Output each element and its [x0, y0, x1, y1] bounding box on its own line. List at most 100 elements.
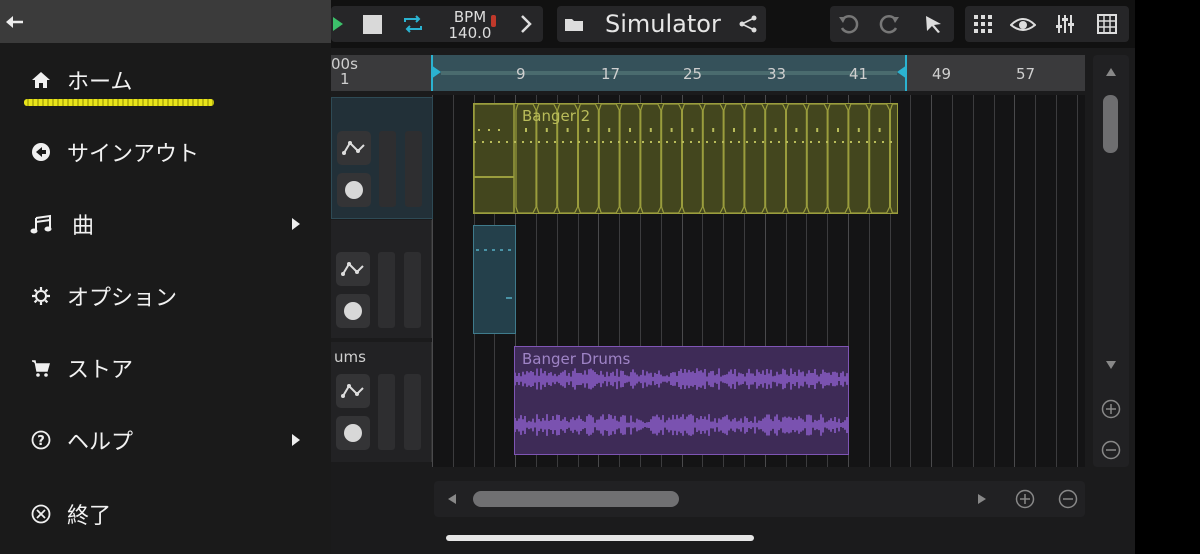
sign-out-icon [30, 141, 52, 163]
project-name[interactable]: Simulator [605, 6, 721, 42]
bar-number: 49 [932, 65, 952, 83]
track-header-1[interactable] [331, 97, 433, 219]
grid-line [1035, 95, 1037, 467]
menu-item-store[interactable]: ストア [0, 344, 331, 392]
menu-item-quit[interactable]: 終了 [0, 490, 331, 538]
eye-icon[interactable] [1009, 12, 1037, 36]
chevron-right-icon [521, 15, 532, 33]
stop-button[interactable] [359, 12, 385, 36]
folder-icon[interactable] [563, 14, 585, 34]
record-arm-button[interactable] [337, 173, 371, 207]
zoom-in-vertical-icon[interactable] [1100, 398, 1122, 420]
project-group: Simulator [557, 6, 766, 42]
zoom-out-horizontal-icon[interactable] [1057, 488, 1079, 510]
bar-number: 41 [849, 65, 869, 83]
automation-button[interactable] [337, 131, 371, 165]
loop-start-handle-icon[interactable] [431, 65, 441, 79]
loop-icon [404, 15, 422, 33]
automation-button[interactable] [336, 374, 370, 408]
menu-item-sign-out[interactable]: サインアウト [0, 128, 331, 176]
record-icon [345, 181, 363, 199]
grid-line [952, 95, 953, 467]
scroll-left-icon[interactable] [446, 492, 458, 506]
menu-item-label: ホーム [67, 70, 133, 95]
zoom-out-vertical-icon[interactable] [1100, 439, 1122, 461]
bar-number: 57 [1016, 65, 1036, 83]
grid-line [1014, 95, 1016, 467]
track-name: ums [334, 348, 366, 366]
loop-button[interactable] [399, 12, 427, 36]
record-arm-button[interactable] [336, 416, 370, 450]
clip-name: Banger 2 [522, 107, 591, 125]
midi-clip[interactable] [473, 225, 516, 334]
play-icon[interactable] [331, 12, 345, 36]
back-arrow-icon[interactable] [4, 13, 26, 31]
bpm-label: BPM [453, 8, 487, 26]
bar-number: 25 [683, 65, 703, 83]
grid-line [910, 95, 912, 467]
view-group [965, 6, 1129, 42]
home-indicator[interactable] [446, 535, 754, 541]
mixer-icon[interactable] [1053, 12, 1077, 36]
horizontal-scroll-panel [434, 481, 1085, 517]
timeline-ruler[interactable]: 9 17 25 33 41 49 57 [331, 55, 1085, 91]
clip-pattern [476, 249, 512, 299]
scroll-up-icon[interactable] [1104, 65, 1118, 79]
vertical-scroll-thumb[interactable] [1103, 95, 1118, 153]
grid-line [993, 95, 995, 467]
bar-number: 9 [516, 65, 526, 83]
svg-text:?: ? [37, 434, 45, 449]
menu-item-help[interactable]: ? ヘルプ [0, 416, 331, 464]
help-icon: ? [30, 429, 52, 451]
pointer-tool-icon[interactable] [922, 12, 946, 36]
next-button[interactable] [515, 12, 537, 36]
scroll-right-icon[interactable] [976, 492, 988, 506]
submenu-arrow-icon [292, 434, 300, 446]
menu-item-label: サインアウト [67, 142, 200, 167]
track-volume[interactable] [404, 374, 421, 450]
menu-item-label: 終了 [67, 504, 112, 529]
track-volume[interactable] [404, 252, 421, 328]
record-arm-button[interactable] [336, 294, 370, 328]
track-header-2[interactable] [331, 220, 432, 338]
menu-item-home[interactable]: ホーム [0, 56, 331, 104]
loop-bar [441, 71, 897, 75]
time-readout-bar: 1 [340, 70, 350, 88]
track-meter [379, 131, 396, 207]
horizontal-scroll-thumb[interactable] [473, 491, 679, 507]
grid-line [1056, 95, 1057, 467]
grid-line [931, 95, 933, 467]
menu-item-options[interactable]: オプション [0, 272, 331, 320]
menu-item-label: オプション [67, 286, 178, 311]
cart-icon [30, 357, 52, 379]
pad-grid-icon[interactable] [1095, 12, 1119, 36]
transport-group: BPM 140.0 [331, 6, 543, 42]
track-meter [378, 374, 395, 450]
track-volume[interactable] [405, 131, 422, 207]
waveform [515, 368, 848, 436]
music-note-icon [30, 213, 52, 235]
home-icon [30, 69, 52, 91]
bpm-value: 140.0 [448, 24, 492, 42]
grid-view-icon[interactable] [971, 12, 995, 36]
close-circle-icon [30, 503, 52, 525]
menu-item-label: ヘルプ [67, 430, 134, 455]
grid-line [452, 95, 454, 467]
menu-item-songs[interactable]: 曲 [0, 200, 331, 248]
menu-item-label: 曲 [72, 214, 95, 239]
midi-clip[interactable]: Banger 2 [473, 103, 898, 214]
share-icon[interactable] [737, 14, 759, 34]
zoom-in-horizontal-icon[interactable] [1014, 488, 1036, 510]
undo-icon[interactable] [836, 12, 860, 36]
redo-icon[interactable] [878, 12, 902, 36]
metronome-icon [491, 15, 496, 27]
edit-group [830, 6, 954, 42]
automation-icon [342, 141, 365, 155]
audio-clip[interactable]: Banger Drums [514, 346, 849, 455]
bar-number: 17 [601, 65, 621, 83]
loop-end-handle-icon[interactable] [897, 65, 907, 79]
loop-region[interactable] [431, 55, 907, 91]
automation-button[interactable] [336, 252, 370, 286]
scroll-down-icon[interactable] [1104, 358, 1118, 372]
record-icon [344, 424, 362, 442]
